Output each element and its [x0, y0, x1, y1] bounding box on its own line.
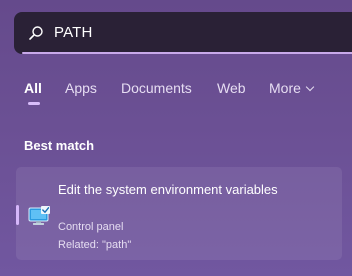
search-icon [28, 25, 44, 41]
best-match-heading: Best match [24, 138, 95, 153]
chevron-down-icon [305, 82, 315, 92]
tab-apps[interactable]: Apps [65, 80, 97, 96]
result-category: Control panel [58, 221, 124, 233]
search-input[interactable]: PATH [54, 24, 93, 41]
selection-accent [16, 205, 19, 225]
tab-web[interactable]: Web [217, 80, 246, 96]
best-match-result[interactable]: Edit the system environment variables Co… [16, 167, 342, 260]
active-tab-indicator [28, 102, 40, 105]
search-bar[interactable]: PATH [14, 12, 352, 54]
tab-more-label: More [269, 80, 301, 96]
result-title: Edit the system environment variables [58, 182, 278, 197]
tab-all[interactable]: All [24, 80, 42, 96]
system-properties-icon [28, 205, 52, 227]
result-related: Related: "path" [58, 239, 132, 251]
tab-more[interactable]: More [269, 80, 315, 96]
tab-documents[interactable]: Documents [121, 80, 192, 96]
